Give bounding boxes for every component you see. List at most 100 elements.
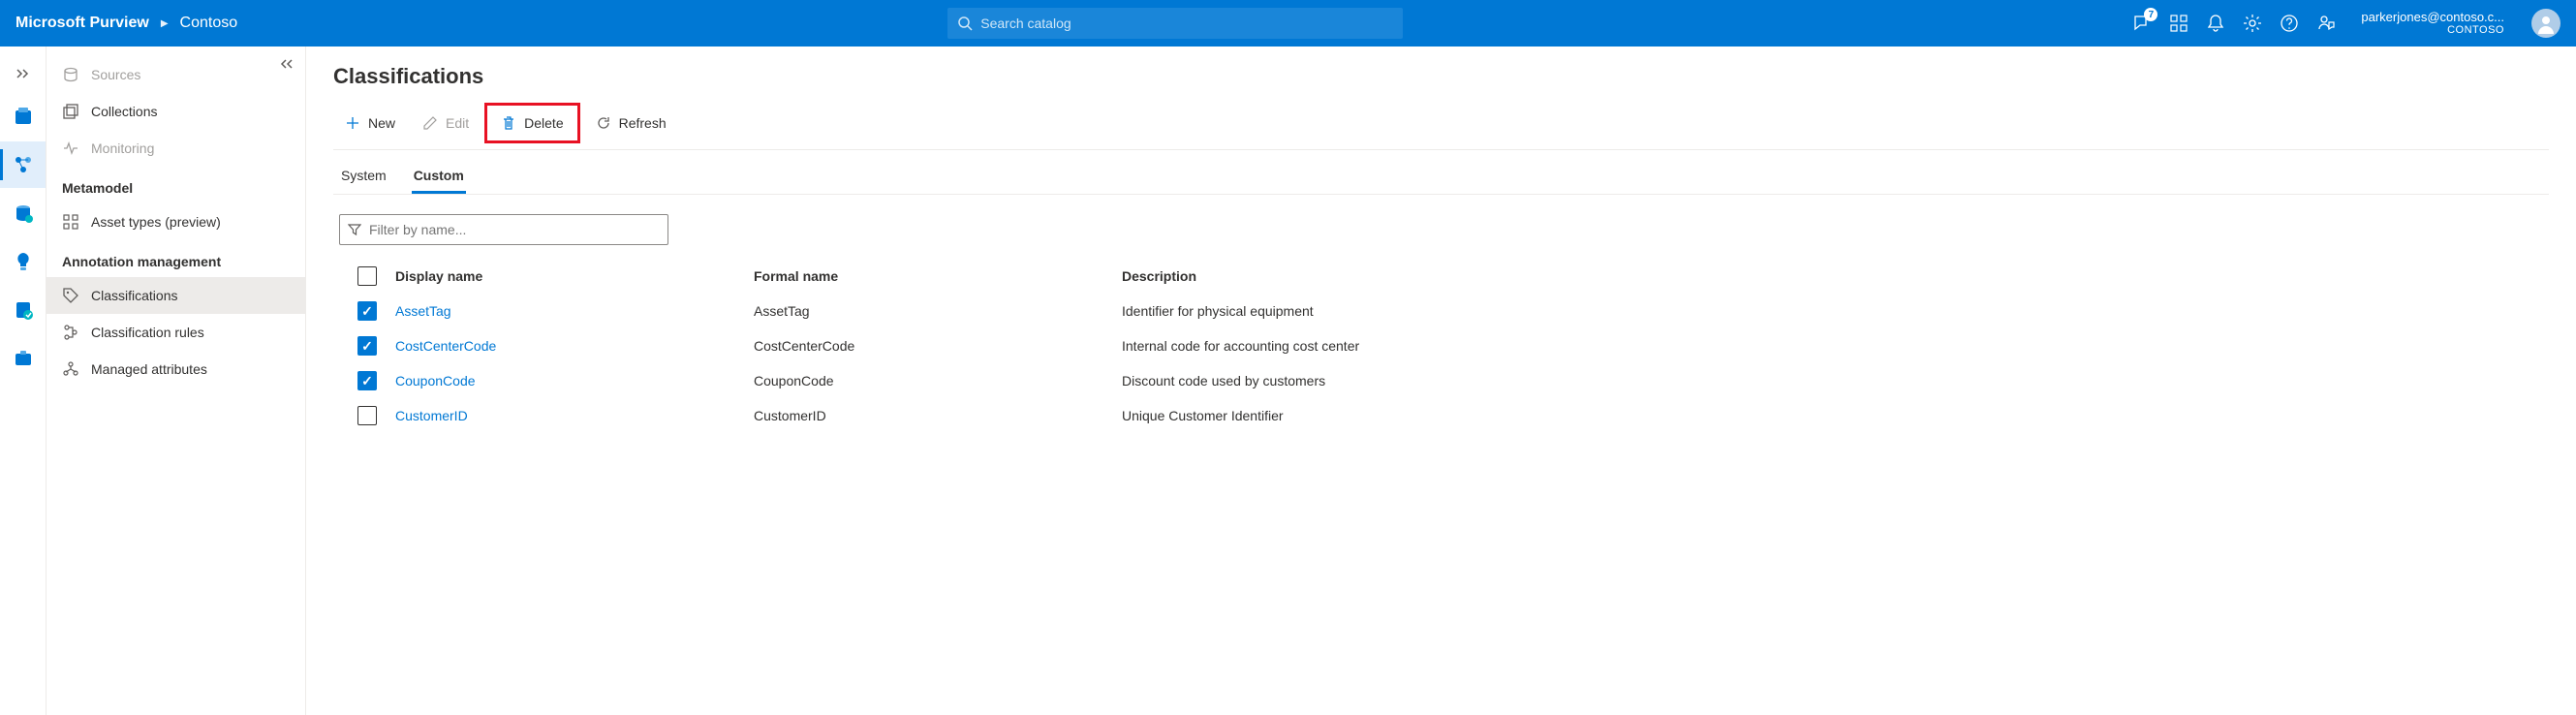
new-button-label: New <box>368 115 395 131</box>
row-check-cell <box>339 371 395 390</box>
toolbar: New Edit Delete Refresh <box>333 103 2549 150</box>
tabs: System Custom <box>333 150 2549 195</box>
delete-highlight: Delete <box>484 103 579 143</box>
sources-icon <box>62 66 79 83</box>
header-right: 7 parkerjones@contoso.c... CONTOSO <box>2113 9 2560 38</box>
sidebar-heading-annotation: Annotation management <box>47 240 305 277</box>
sidebar-item-label: Collections <box>91 104 157 119</box>
search-input[interactable] <box>980 16 1393 31</box>
row-desc-cell: Unique Customer Identifier <box>1122 408 2543 423</box>
table-row: CouponCode CouponCode Discount code used… <box>333 363 2549 398</box>
apps-icon[interactable] <box>2169 14 2188 33</box>
table-body: AssetTag AssetTag Identifier for physica… <box>333 294 2549 433</box>
sidebar-item-label: Classification rules <box>91 325 204 340</box>
sidebar-item-classification-rules[interactable]: Classification rules <box>47 314 305 351</box>
tab-custom[interactable]: Custom <box>412 160 466 194</box>
sidebar-item-asset-types[interactable]: Asset types (preview) <box>47 203 305 240</box>
row-desc-cell: Internal code for accounting cost center <box>1122 338 2543 354</box>
filter-input[interactable] <box>369 222 660 237</box>
sidebar-item-label: Classifications <box>91 288 177 303</box>
sidebar-item-label: Monitoring <box>91 140 154 156</box>
row-checkbox[interactable] <box>357 301 377 321</box>
row-desc-cell: Identifier for physical equipment <box>1122 303 2543 319</box>
row-formal-cell: AssetTag <box>754 303 1122 319</box>
app-name[interactable]: Microsoft Purview <box>16 15 149 32</box>
display-name-link[interactable]: CostCenterCode <box>395 338 496 354</box>
row-checkbox[interactable] <box>357 406 377 425</box>
row-formal-cell: CustomerID <box>754 408 1122 423</box>
sidebar-collapse-button[interactable] <box>278 58 294 70</box>
avatar[interactable] <box>2531 9 2560 38</box>
delete-button[interactable]: Delete <box>489 108 574 139</box>
delete-icon <box>501 115 516 131</box>
sidebar-item-label: Sources <box>91 67 140 82</box>
row-display-cell: AssetTag <box>395 303 754 319</box>
page-title: Classifications <box>333 64 2549 89</box>
edit-button: Edit <box>411 108 481 139</box>
row-formal-cell: CostCenterCode <box>754 338 1122 354</box>
chat-icon[interactable] <box>2316 14 2336 33</box>
display-name-link[interactable]: CouponCode <box>395 373 476 389</box>
sidebar: Sources Collections Monitoring Metamodel… <box>47 47 306 715</box>
table-row: CustomerID CustomerID Unique Customer Id… <box>333 398 2549 433</box>
feedback-icon[interactable]: 7 <box>2132 14 2152 33</box>
rail-item-policy[interactable] <box>0 287 46 333</box>
row-checkbox[interactable] <box>357 336 377 356</box>
delete-button-label: Delete <box>524 115 563 131</box>
rail-item-data-catalog[interactable] <box>0 93 46 140</box>
col-header-display[interactable]: Display name <box>395 268 754 284</box>
sidebar-item-sources[interactable]: Sources <box>47 56 305 93</box>
breadcrumb[interactable]: Contoso <box>180 15 238 32</box>
search-box[interactable] <box>947 8 1403 39</box>
row-checkbox[interactable] <box>357 371 377 390</box>
left-rail <box>0 47 47 715</box>
main-layout: Sources Collections Monitoring Metamodel… <box>0 47 2576 715</box>
col-header-formal[interactable]: Formal name <box>754 268 1122 284</box>
rail-item-data-map[interactable] <box>0 141 46 188</box>
header-left: Microsoft Purview ▶ Contoso <box>16 15 237 32</box>
monitoring-icon <box>62 140 79 157</box>
table-header: Display name Formal name Description <box>333 259 2549 294</box>
rail-item-data-estate[interactable] <box>0 190 46 236</box>
sidebar-heading-metamodel: Metamodel <box>47 167 305 203</box>
notifications-icon[interactable] <box>2206 14 2225 33</box>
header-center <box>237 8 2113 39</box>
display-name-link[interactable]: CustomerID <box>395 408 468 423</box>
row-check-cell <box>339 301 395 321</box>
sidebar-item-monitoring[interactable]: Monitoring <box>47 130 305 167</box>
feedback-badge: 7 <box>2144 8 2157 21</box>
row-formal-cell: CouponCode <box>754 373 1122 389</box>
sidebar-item-managed-attributes[interactable]: Managed attributes <box>47 351 305 388</box>
table-row: AssetTag AssetTag Identifier for physica… <box>333 294 2549 328</box>
rail-expand-button[interactable] <box>0 56 46 91</box>
edit-icon <box>422 115 438 131</box>
display-name-link[interactable]: AssetTag <box>395 303 451 319</box>
select-all-checkbox[interactable] <box>357 266 377 286</box>
refresh-icon <box>596 115 611 131</box>
rules-icon <box>62 324 79 341</box>
row-display-cell: CouponCode <box>395 373 754 389</box>
refresh-button[interactable]: Refresh <box>584 108 678 139</box>
asset-types-icon <box>62 213 79 231</box>
table-row: CostCenterCode CostCenterCode Internal c… <box>333 328 2549 363</box>
user-block[interactable]: parkerjones@contoso.c... CONTOSO <box>2361 10 2504 38</box>
filter-box[interactable] <box>339 214 668 245</box>
refresh-button-label: Refresh <box>619 115 667 131</box>
row-check-cell <box>339 336 395 356</box>
sidebar-item-collections[interactable]: Collections <box>47 93 305 130</box>
rail-item-management[interactable] <box>0 335 46 382</box>
classifications-table: Display name Formal name Description Ass… <box>333 259 2549 433</box>
attributes-icon <box>62 360 79 378</box>
col-header-check <box>339 266 395 286</box>
settings-icon[interactable] <box>2243 14 2262 33</box>
help-icon[interactable] <box>2280 14 2299 33</box>
tab-system[interactable]: System <box>339 160 388 194</box>
main-content: Classifications New Edit Delete Refresh <box>306 47 2576 715</box>
rail-item-insights[interactable] <box>0 238 46 285</box>
new-button[interactable]: New <box>333 108 407 139</box>
col-header-desc[interactable]: Description <box>1122 268 2543 284</box>
user-org: CONTOSO <box>2361 24 2504 37</box>
sidebar-item-classifications[interactable]: Classifications <box>47 277 305 314</box>
edit-button-label: Edit <box>446 115 469 131</box>
collections-icon <box>62 103 79 120</box>
